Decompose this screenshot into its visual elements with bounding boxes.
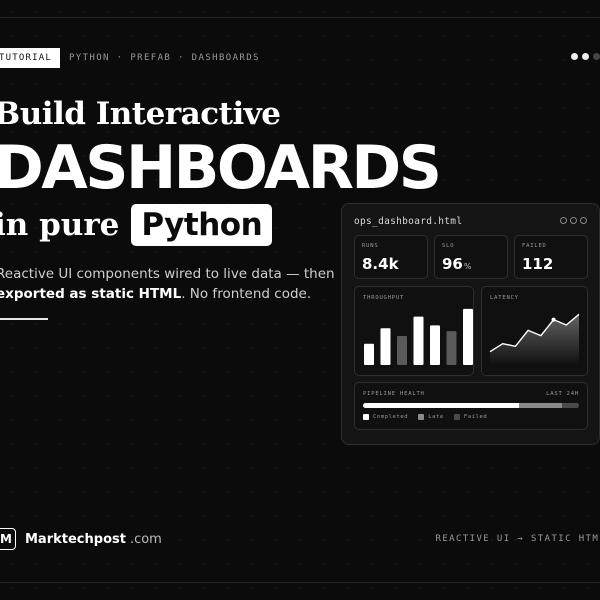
top-divider: [0, 17, 600, 18]
window-control-dot[interactable]: [560, 217, 567, 224]
stat-value: 96%: [442, 255, 472, 273]
pipeline-health-bar: [363, 403, 579, 408]
throughput-card[interactable]: THROUGHPUT: [354, 286, 474, 376]
description-rest: . No frontend code.: [181, 286, 312, 302]
latency-card[interactable]: LATENCY: [481, 286, 588, 376]
footer-tagline: REACTIVE UI → STATIC HTML: [435, 534, 600, 544]
description: Reactive UI components wired to live dat…: [0, 264, 336, 304]
throughput-chart: [364, 308, 473, 365]
throughput-bar: [364, 343, 374, 365]
brand-name: Marktechpost: [25, 531, 126, 547]
legend-swatch: [418, 414, 425, 420]
throughput-bar: [413, 316, 424, 365]
pipeline-health-card[interactable]: PIPELINE HEALTH LAST 24H Completed Late …: [354, 382, 588, 430]
stat-label: SLO: [442, 243, 455, 249]
window-control-dot[interactable]: [580, 217, 587, 224]
pager-dot[interactable]: [593, 53, 600, 60]
pipeline-range: LAST 24H: [546, 391, 579, 397]
headline-prefix: in pure: [0, 207, 120, 243]
breadcrumb: PYTHON · PREFAB · DASHBOARDS: [68, 53, 260, 63]
legend-failed: Failed: [453, 414, 487, 420]
pager-dot[interactable]: [571, 53, 578, 60]
brand-tld: .com: [129, 531, 162, 547]
brand-logo[interactable]: M Marktechpost .com: [0, 528, 162, 550]
pipeline-legend: Completed Late Failed: [363, 414, 487, 420]
throughput-bar: [397, 336, 407, 365]
latency-area: [490, 314, 579, 365]
window-controls: [560, 217, 587, 224]
tutorial-tag: TUTORIAL: [0, 48, 60, 68]
headline-line-3: in pure Python: [0, 204, 273, 246]
legend-completed: Completed: [363, 414, 408, 420]
window-control-dot[interactable]: [570, 217, 577, 224]
bottom-divider: [0, 582, 600, 583]
top-bar: TUTORIAL PYTHON · PREFAB · DASHBOARDS: [0, 48, 260, 68]
headline-line-1: Build Interactive: [0, 96, 281, 132]
stat-value: 8.4k: [362, 255, 399, 273]
latency-chart: [489, 313, 580, 365]
legend-swatch: [453, 414, 460, 420]
throughput-bar: [446, 331, 457, 365]
throughput-bar: [380, 328, 391, 365]
health-segment-completed: [363, 403, 519, 408]
window-title: ops_dashboard.html: [354, 216, 463, 227]
health-segment-failed: [561, 403, 579, 408]
pager-dots: [571, 53, 600, 60]
health-segment-late: [518, 403, 562, 408]
stat-card-slo[interactable]: SLO 96%: [434, 235, 508, 279]
pager-dot[interactable]: [582, 53, 589, 60]
stat-label: FAILED: [522, 243, 547, 249]
throughput-bar: [463, 308, 473, 365]
stat-label: RUNS: [362, 243, 379, 249]
legend-swatch: [363, 414, 369, 420]
stat-value: 112: [522, 255, 554, 273]
latency-point: [551, 317, 556, 322]
logo-mark-icon: M: [0, 528, 16, 550]
headline-line-2: DASHBOARDS: [0, 133, 442, 203]
dashboard-window: ops_dashboard.html RUNS 8.4k SLO 96% FAI…: [341, 203, 600, 445]
accent-underline: [0, 318, 48, 320]
stat-card-failed[interactable]: FAILED 112: [514, 235, 588, 279]
description-strong: exported as static HTML: [0, 286, 182, 302]
stat-card-runs[interactable]: RUNS 8.4k: [354, 235, 428, 279]
description-line-1: Reactive UI components wired to live dat…: [0, 266, 335, 282]
pipeline-health-label: PIPELINE HEALTH: [363, 391, 425, 397]
legend-late: Late: [418, 414, 444, 420]
python-pill: Python: [131, 204, 273, 246]
throughput-bar: [430, 325, 440, 365]
